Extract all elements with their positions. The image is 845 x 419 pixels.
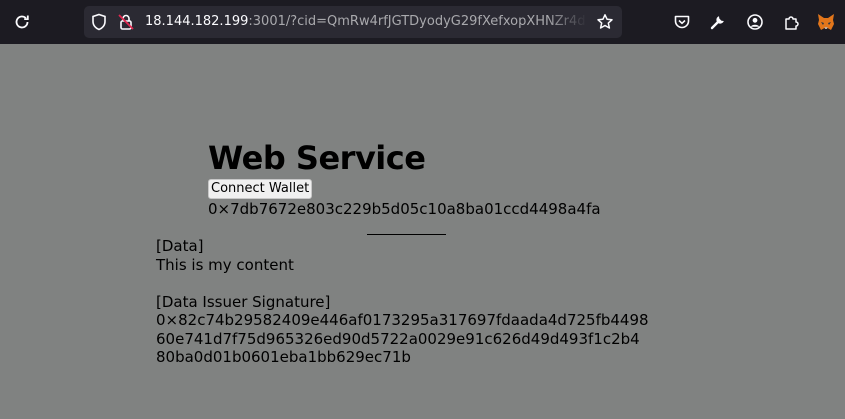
reload-icon[interactable] [11,11,33,33]
account-icon[interactable] [744,11,766,33]
url-text[interactable]: 18.144.182.199:3001/?cid=QmRw4rfJGTDyody… [145,14,587,29]
metamask-fox-icon[interactable] [815,11,837,33]
wrench-icon[interactable] [707,11,729,33]
tracking-protection-shield-icon[interactable] [88,11,110,33]
url-host: 18.144.182.199 [145,14,249,29]
url-path: :3001/?cid=QmRw4rfJGTDyodyG29fXefxopXHNZ… [248,14,587,29]
signature-line-2: 60e741d7f75d965326ed90d5722a0029e91c626d… [156,329,640,348]
extensions-puzzle-icon[interactable] [780,11,802,33]
bookmark-star-icon[interactable] [594,11,616,33]
wallet-address: 0×7db7672e803c229b5d05c10a8ba01ccd4498a4… [208,200,601,218]
insecure-lock-icon[interactable] [115,11,137,33]
connect-wallet-button[interactable]: Connect Wallet [208,179,313,199]
data-content: This is my content [156,255,294,274]
divider [367,234,446,235]
signature-line-1: 0×82c74b29582409e446af0173295a317697fdaa… [156,311,649,329]
data-section: [Data] This is my content [Data Issuer S… [156,237,649,367]
url-fade [547,14,587,29]
signature-label: [Data Issuer Signature] [156,292,331,311]
page-title: Web Service [208,139,426,177]
address-bar[interactable]: 18.144.182.199:3001/?cid=QmRw4rfJGTDyody… [84,6,622,38]
browser-toolbar: 18.144.182.199:3001/?cid=QmRw4rfJGTDyody… [0,0,845,44]
pocket-icon[interactable] [671,11,693,33]
data-label: [Data] [156,237,204,255]
signature-line-3: 80ba0d01b0601eba1bb629ec71b [156,348,411,366]
